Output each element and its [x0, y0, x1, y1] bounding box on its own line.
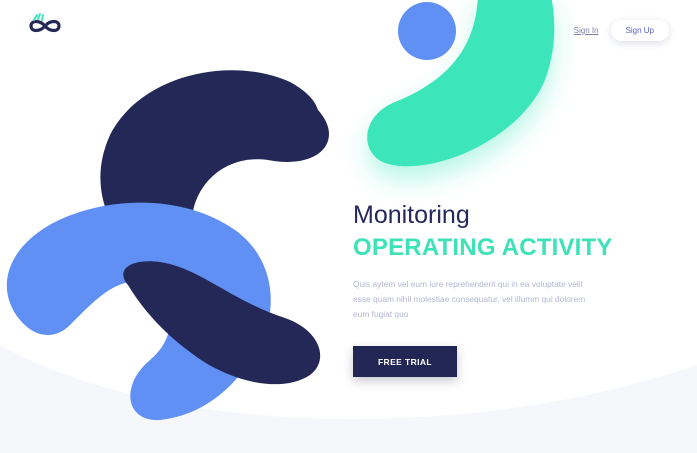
free-trial-button[interactable]: FREE TRIAL	[353, 346, 457, 377]
blue-circle	[398, 2, 456, 60]
logo-infinity-icon[interactable]	[28, 12, 62, 34]
top-nav: Sign In Sign Up	[574, 20, 669, 41]
hero-description: Quis aytem vel eum iure reprehenderit qu…	[353, 279, 586, 320]
hero-title: Monitoring	[353, 201, 470, 229]
mint-shape	[367, 0, 555, 167]
hero-content: Monitoring OPERATING ACTIVITY Quis aytem…	[353, 200, 673, 322]
sign-in-link[interactable]: Sign In	[574, 26, 599, 35]
sign-up-button[interactable]: Sign Up	[610, 20, 669, 41]
hero-subtitle: OPERATING ACTIVITY	[353, 234, 613, 261]
